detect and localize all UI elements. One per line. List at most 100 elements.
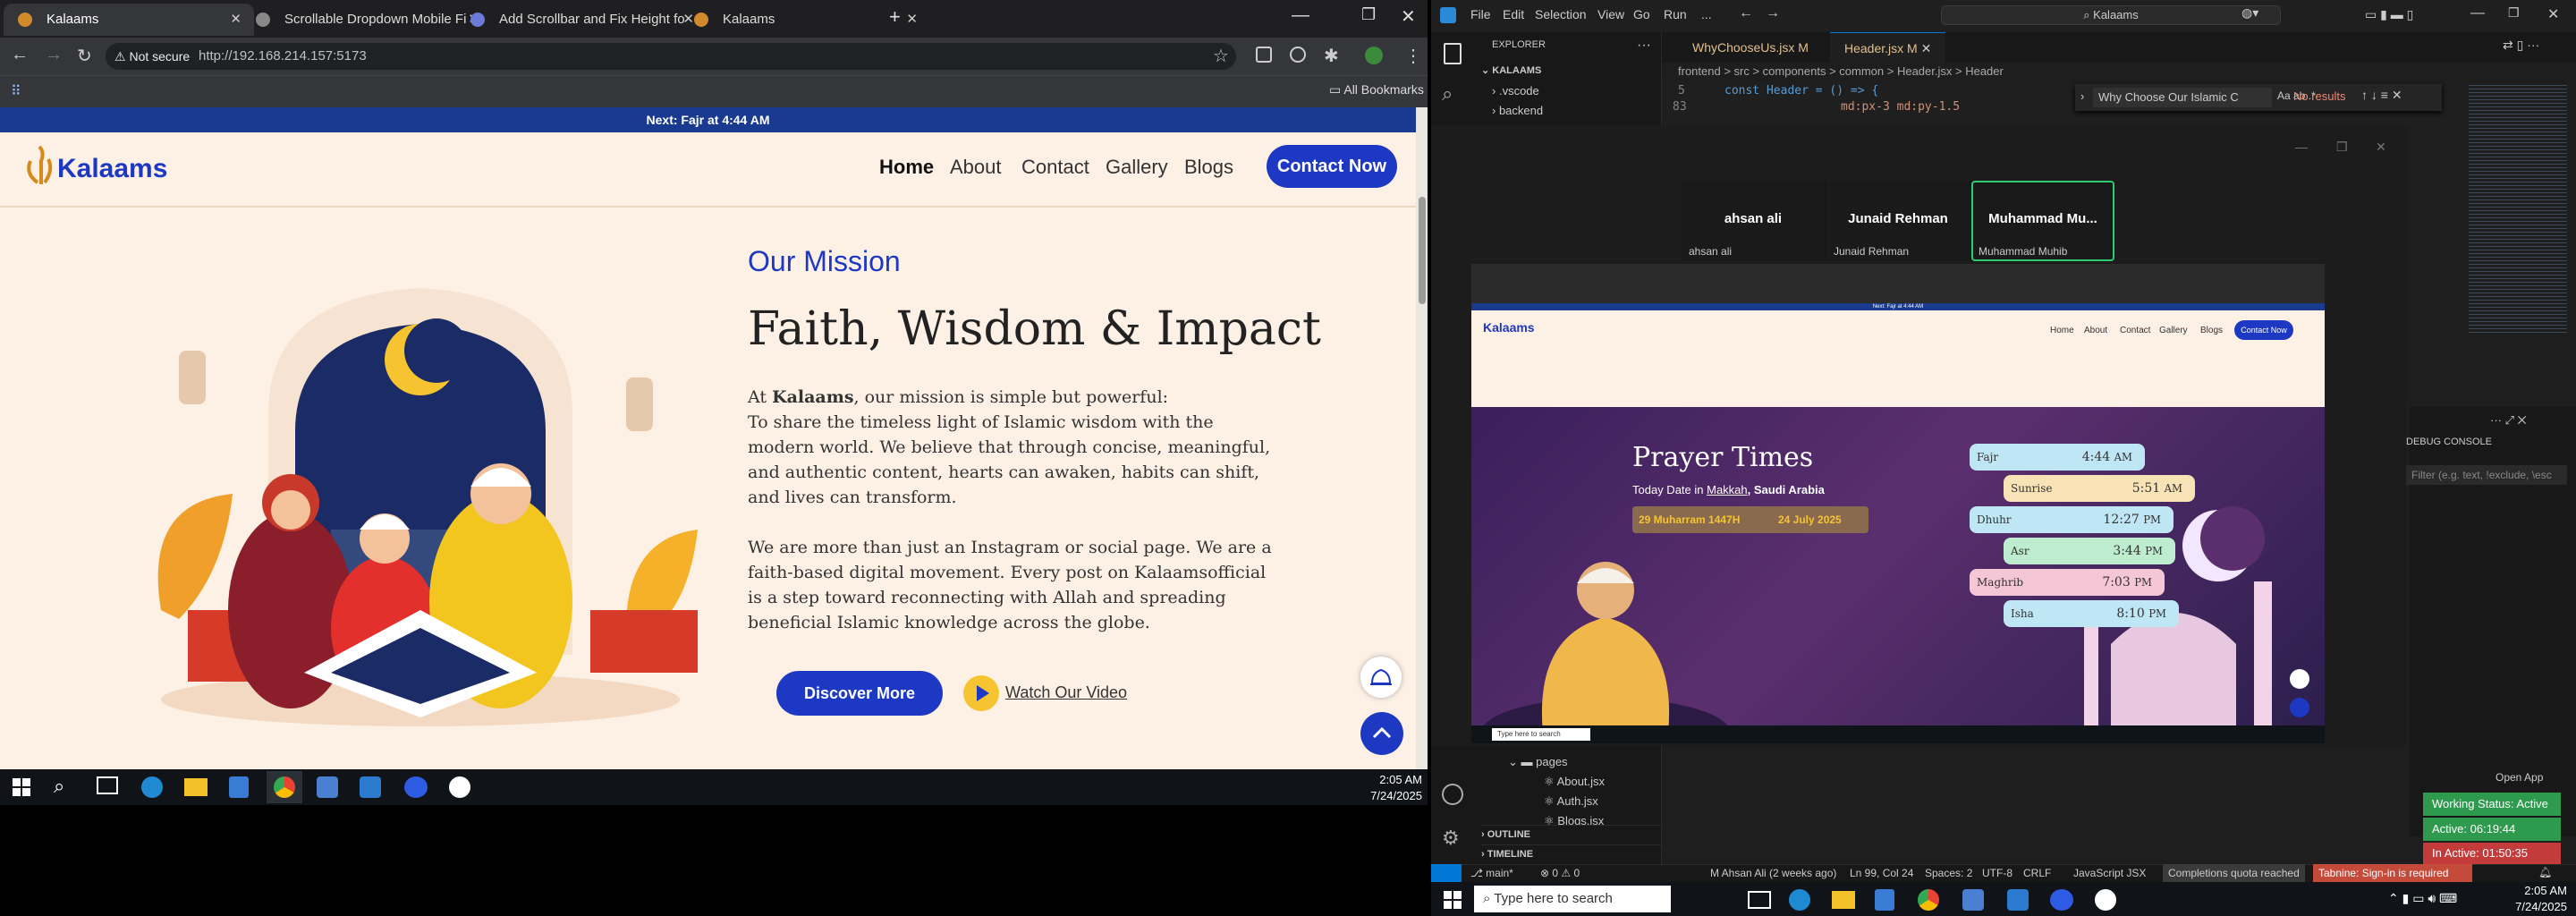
manage-gear-icon[interactable]: ⚙	[1442, 827, 1460, 850]
vscode-restore-icon[interactable]: ❐	[2508, 5, 2520, 21]
timeline-section[interactable]: › TIMELINE	[1481, 844, 1662, 860]
bookmark-star-icon[interactable]: ☆	[1213, 45, 1229, 67]
windows-start-icon[interactable]	[1444, 891, 1462, 909]
language-mode[interactable]: JavaScript JSX	[2073, 867, 2146, 879]
search-icon[interactable]: ⌕	[54, 775, 64, 798]
account-icon[interactable]	[1442, 784, 1463, 805]
app-icon[interactable]	[317, 776, 338, 798]
nav-gallery[interactable]: Gallery	[1106, 156, 1168, 179]
system-tray-icons[interactable]: ⌃ ▮ ▭ 🔊︎ ⌨	[2388, 891, 2457, 906]
user-card[interactable]: Junaid Rehman Junaid Rehman	[1826, 181, 1970, 261]
tree-item-backend[interactable]: › backend	[1492, 104, 1543, 117]
menu-edit[interactable]: Edit	[1503, 7, 1524, 21]
nav-contact[interactable]: Contact	[1021, 156, 1089, 179]
tree-item-auth[interactable]: ⚛ Auth.jsx	[1544, 794, 1598, 809]
outline-section[interactable]: › OUTLINE	[1481, 825, 1662, 840]
menu-selection[interactable]: Selection	[1535, 7, 1587, 21]
nav-home[interactable]: Home	[879, 156, 934, 179]
file-explorer-icon[interactable]	[1832, 891, 1855, 909]
close-window-icon[interactable]: ✕	[1401, 5, 1416, 28]
chrome-icon[interactable]	[1918, 889, 1939, 911]
search-activity-icon[interactable]: ⌕	[1442, 82, 1453, 106]
close-tab-icon[interactable]: ✕	[230, 4, 242, 36]
menu-go[interactable]: Go	[1633, 7, 1650, 21]
zoom-icon[interactable]	[2050, 889, 2073, 911]
task-view-icon[interactable]	[1748, 891, 1771, 909]
tab-add-scrollbar[interactable]: Add Scrollbar and Fix Height fo ✕	[456, 4, 707, 36]
windows-start-icon[interactable]	[13, 778, 30, 796]
debug-filter-input[interactable]: Filter (e.g. text, !exclude, \esc	[2406, 465, 2567, 485]
nav-back-icon[interactable]: ←	[1739, 5, 1753, 21]
reload-icon[interactable]: ↻	[77, 45, 92, 67]
viewer-close-icon[interactable]: ✕	[2376, 140, 2386, 155]
minimize-icon[interactable]: —	[1292, 5, 1309, 26]
nav-about[interactable]: About	[950, 156, 1002, 179]
new-tab-icon[interactable]: +	[889, 5, 901, 29]
profile-avatar[interactable]	[1365, 47, 1383, 64]
watch-video-link[interactable]: Watch Our Video	[1005, 683, 1127, 702]
extension-icon[interactable]	[1256, 47, 1272, 63]
chrome-menu-icon[interactable]: ⋮	[1404, 45, 1422, 67]
find-toggle-replace[interactable]: ›	[2080, 89, 2084, 103]
address-bar[interactable]: http://192.168.214.157:5173	[106, 43, 1236, 70]
encoding[interactable]: UTF-8	[1982, 867, 2012, 879]
open-app-button[interactable]: Open App	[2496, 771, 2543, 784]
menu-more[interactable]: ...	[1701, 7, 1712, 21]
app-circle-icon[interactable]	[2095, 889, 2116, 911]
minimap[interactable]	[2469, 82, 2567, 333]
file-explorer-icon[interactable]	[184, 778, 208, 796]
forward-icon[interactable]: →	[45, 45, 63, 65]
git-branch[interactable]: ⎇ main*	[1470, 867, 1513, 879]
tree-item-about[interactable]: ⚛ About.jsx	[1544, 775, 1605, 789]
restore-icon[interactable]: ❐	[1361, 5, 1376, 24]
indent-setting[interactable]: Spaces: 2	[1925, 867, 1972, 879]
discover-more-button[interactable]: Discover More	[776, 671, 943, 716]
floating-mosque-button[interactable]	[1360, 657, 1402, 698]
scroll-to-top-button[interactable]	[1360, 712, 1403, 755]
project-folder[interactable]: ⌄ KALAAMS	[1481, 64, 1541, 76]
taskbar-search-box[interactable]: ⌕ Type here to search	[1474, 886, 1671, 912]
vscode-taskbar-icon[interactable]	[360, 776, 381, 798]
panel-actions-icons[interactable]: ··· ⤢ ✕	[2490, 413, 2527, 428]
tree-item-blogs[interactable]: ⚛ Blogs.jsx	[1544, 814, 1604, 825]
remote-indicator[interactable]	[1431, 864, 1462, 882]
store-icon[interactable]	[1875, 889, 1894, 911]
user-card[interactable]: ahsan ali ahsan ali	[1682, 181, 1825, 261]
viewer-minimize-icon[interactable]: —	[2295, 140, 2308, 154]
contact-now-button[interactable]: Contact Now	[1267, 145, 1397, 188]
debug-console-tab[interactable]: DEBUG CONSOLE	[2406, 437, 2492, 447]
copilot-icon[interactable]: ◍▾	[2241, 5, 2258, 21]
command-center-search[interactable]: ⌕ Kalaams	[1941, 5, 2281, 25]
menu-view[interactable]: View	[1597, 7, 1624, 21]
editor-actions-icons[interactable]: ⇄ ▯ ···	[2503, 38, 2539, 53]
viewer-restore-icon[interactable]: ❐	[2336, 140, 2348, 155]
tree-item-pages[interactable]: ⌄ ▬ pages	[1508, 755, 1568, 769]
store-icon[interactable]	[229, 776, 249, 798]
apps-grid-icon[interactable]: ⠿	[11, 82, 21, 100]
not-secure-indicator[interactable]: ⚠ Not secure	[114, 43, 190, 70]
tab-scrollable-dropdown[interactable]: Scrollable Dropdown Mobile Fi ✕	[242, 4, 492, 36]
nav-blogs[interactable]: Blogs	[1184, 156, 1233, 179]
all-bookmarks-button[interactable]: ▭ All Bookmarks	[1329, 82, 1424, 98]
edge-icon[interactable]	[141, 776, 163, 798]
extensions-puzzle-icon[interactable]: ✱	[1324, 45, 1339, 67]
explorer-more-icon[interactable]: ···	[1637, 38, 1651, 54]
play-video-button[interactable]	[963, 675, 999, 711]
find-input[interactable]: Why Choose Our Islamic C	[2093, 88, 2272, 107]
tabnine-status[interactable]: Tabnine: Sign-in is required	[2313, 864, 2472, 882]
app-icon[interactable]	[1962, 889, 1984, 911]
scrollbar-thumb[interactable]	[1419, 197, 1426, 304]
close-tab-icon[interactable]: ✕	[906, 4, 918, 36]
close-tab-icon[interactable]: ✕	[1921, 41, 1932, 55]
notifications-bell-icon[interactable]: 🔔︎	[2538, 866, 2552, 878]
vscode-minimize-icon[interactable]: —	[2470, 5, 2485, 21]
back-icon[interactable]: ←	[11, 45, 29, 65]
problems-count[interactable]: ⊗ 0 ⚠ 0	[1540, 867, 1580, 879]
menu-run[interactable]: Run	[1664, 7, 1687, 21]
find-nav-icons[interactable]: ↑ ↓ ≡ ✕	[2361, 88, 2402, 103]
edge-icon[interactable]	[1789, 889, 1810, 911]
nav-forward-icon[interactable]: →	[1766, 5, 1780, 21]
kalaams-logo[interactable]	[21, 143, 57, 190]
extension-icon-2[interactable]	[1290, 47, 1306, 63]
cursor-position[interactable]: Ln 99, Col 24	[1850, 867, 1913, 879]
